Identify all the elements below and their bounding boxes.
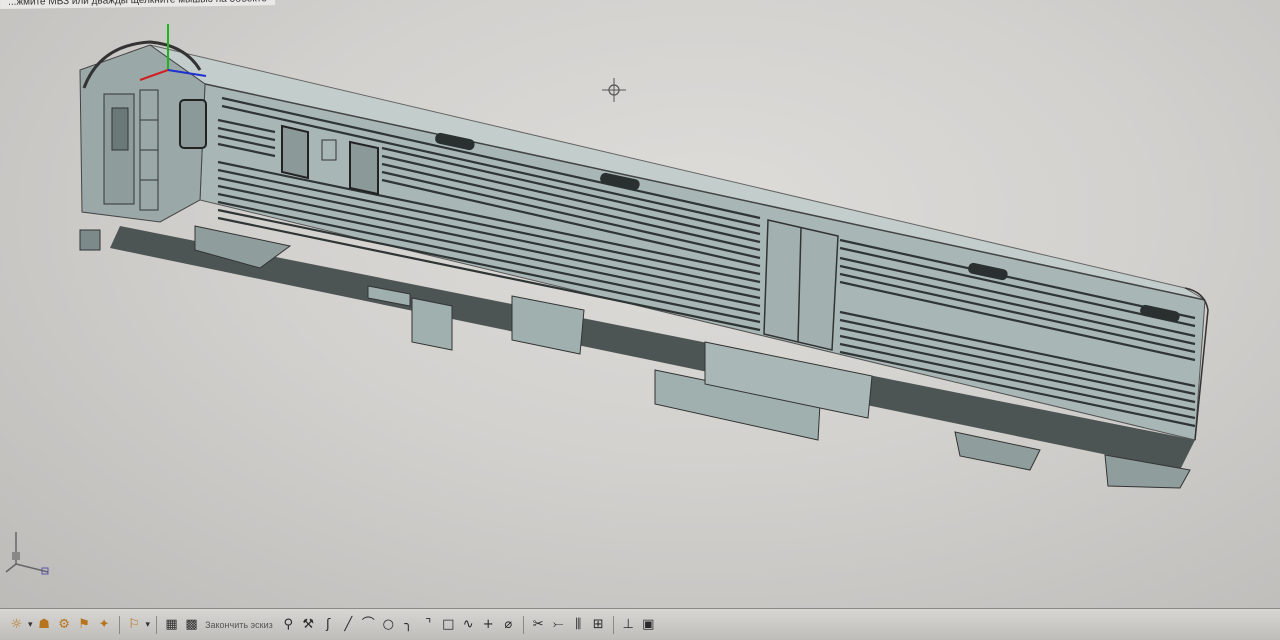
- toolbar-separator: [522, 615, 524, 634]
- chamfer-icon[interactable]: ⌝: [420, 616, 437, 633]
- underbody-box-2: [511, 295, 585, 355]
- toolbar-separator: [156, 615, 158, 634]
- rectangle-icon[interactable]: □: [440, 616, 457, 633]
- arc-icon[interactable]: ⌒: [360, 616, 377, 633]
- tool-f-icon[interactable]: ⚐: [126, 616, 143, 633]
- train-car-model[interactable]: [0, 0, 1280, 608]
- point-icon[interactable]: +: [480, 616, 497, 633]
- smart-dimension-icon[interactable]: ⚲: [280, 616, 297, 633]
- relations-icon[interactable]: ⚒: [300, 616, 317, 633]
- tool-b-icon[interactable]: ☗: [36, 616, 53, 633]
- side-window-1: [179, 99, 207, 149]
- finish-sketch-button[interactable]: Закончить эскиз: [205, 620, 273, 630]
- side-window-3: [349, 140, 379, 196]
- crosshair-cursor-icon: [602, 78, 626, 102]
- underbody-box-1: [411, 297, 453, 351]
- spline-icon[interactable]: ∿: [460, 616, 477, 633]
- toolbar-separator: [612, 615, 614, 634]
- chevron-down-icon[interactable]: ▾: [146, 620, 151, 630]
- finish-sketch-icon[interactable]: ▩: [183, 616, 200, 633]
- graphics-viewport[interactable]: ...жмите МВЗ или дважды щелкните мышью н…: [0, 0, 1280, 608]
- constraint-icon[interactable]: ⊥: [620, 616, 637, 633]
- view-triad-icon: [5, 532, 49, 575]
- tool-a-icon[interactable]: ☼: [8, 616, 25, 633]
- sketch-toolbar: ☼ ▾ ☗ ⚙ ⚑ ✦ ⚐ ▾ ▦ ▩ Закончить эскиз ⚲ ⚒ ʃ ╱…: [0, 608, 1280, 640]
- pattern-icon[interactable]: ⊞: [590, 616, 607, 633]
- line-icon[interactable]: ╱: [340, 616, 357, 633]
- tool-e-icon[interactable]: ✦: [96, 616, 113, 633]
- coupler: [79, 229, 101, 251]
- sketch-icon[interactable]: ʃ: [320, 616, 337, 633]
- tool-g-icon[interactable]: ▦: [163, 616, 180, 633]
- extend-icon[interactable]: ⤚: [550, 616, 567, 633]
- mirror-icon[interactable]: ⫼: [570, 616, 587, 633]
- circle-icon[interactable]: ○: [380, 616, 397, 633]
- side-window-2: [281, 124, 309, 180]
- display-icon[interactable]: ▣: [640, 616, 657, 633]
- trim-icon[interactable]: ✂: [530, 616, 547, 633]
- offset-icon[interactable]: ⌀: [500, 616, 517, 633]
- tool-c-icon[interactable]: ⚙: [56, 616, 73, 633]
- tool-d-icon[interactable]: ⚑: [76, 616, 93, 633]
- fillet-icon[interactable]: ╮: [400, 616, 417, 633]
- chevron-down-icon[interactable]: ▾: [28, 620, 33, 630]
- toolbar-separator: [118, 615, 120, 634]
